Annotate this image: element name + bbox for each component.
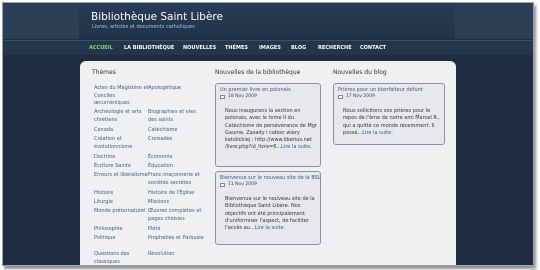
theme-link[interactable]: Catéchisme: [148, 127, 206, 135]
blog-heading: Nouvelles du blog: [333, 69, 387, 76]
nav-blog[interactable]: BLOG: [291, 41, 306, 56]
theme-link[interactable]: Prophéties et Parousie: [148, 235, 206, 243]
nav-recherche[interactable]: RECHERCHE: [318, 41, 352, 56]
theme-link[interactable]: Œuvres complètes et pages choisies: [148, 208, 206, 223]
theme-link[interactable]: Biographies et vies des saints: [148, 109, 206, 124]
nav-themes[interactable]: THÈMES: [225, 41, 248, 56]
news-item-body: Nous inaugurons la section en polonais, …: [225, 108, 317, 152]
calendar-icon: [220, 95, 225, 99]
theme-link[interactable]: Croisades: [148, 136, 206, 144]
nav-accueil[interactable]: ACCUEIL: [89, 41, 113, 56]
theme-link[interactable]: Actes du Magistère et Conciles œcuméniqu…: [94, 85, 150, 108]
theme-link[interactable]: Archéologie et arts chrétiens: [94, 109, 150, 124]
theme-link[interactable]: Apologétique: [148, 85, 206, 93]
site-title[interactable]: Bibliothèque Saint Libère: [91, 11, 223, 23]
theme-link[interactable]: Histoire de l'Église: [148, 190, 206, 198]
theme-link[interactable]: Politique: [94, 235, 150, 243]
main-content: Thèmes Actes du Magistère et Conciles œc…: [80, 61, 456, 265]
nav-nouvelles[interactable]: NOUVELLES: [183, 41, 216, 56]
nav-images[interactable]: IMAGES: [259, 41, 281, 56]
theme-link[interactable]: Économie: [148, 154, 206, 162]
news-item-date: 11 Nov 2009: [228, 182, 257, 187]
theme-link[interactable]: Écriture Sainte: [94, 163, 150, 171]
theme-link[interactable]: Missions: [148, 199, 206, 207]
theme-link[interactable]: Liturgie: [94, 199, 150, 207]
theme-link[interactable]: Questions des classiques: [94, 251, 150, 265]
main-navigation: ACCUEIL LA BIBLIOTHÈQUE NOUVELLES THÈMES…: [3, 40, 533, 56]
theme-link[interactable]: Éducation: [148, 163, 206, 171]
blog-item-body: Nous sollicitons vos prières pour le rep…: [343, 108, 441, 137]
theme-link[interactable]: Révolution: [148, 251, 206, 259]
blog-item: Prières pour un bienfaiteur défunt 17 No…: [333, 83, 445, 145]
theme-link[interactable]: Canada: [94, 127, 150, 135]
news-item: Bienvenue sur le nouveau site de la BSL …: [215, 171, 321, 245]
theme-link[interactable]: Doctrine: [94, 154, 150, 162]
site-header: Bibliothèque Saint Libère Livres, articl…: [3, 3, 533, 39]
site-tagline: Livres, articles et documents catholique…: [92, 24, 195, 30]
read-more-link[interactable]: Lire la suite.: [362, 130, 393, 136]
calendar-icon: [220, 183, 225, 187]
theme-link[interactable]: Philosophie: [94, 226, 150, 234]
news-item-date: 18 Nov 2009: [228, 94, 257, 99]
blog-item-title[interactable]: Prières pour un bienfaiteur défunt: [338, 87, 423, 93]
read-more-link[interactable]: Lire la suite.: [255, 225, 286, 231]
blog-item-date: 17 Nov 2009: [346, 94, 375, 99]
theme-link[interactable]: Franc-maçonnerie et sociétés secrètes: [148, 172, 206, 187]
theme-link[interactable]: Erreurs et libéralisme: [94, 172, 150, 180]
calendar-icon: [338, 95, 343, 99]
theme-link[interactable]: Création et évolutionnisme: [94, 136, 150, 151]
theme-link[interactable]: Monde préternaturel: [94, 208, 150, 216]
news-item-title[interactable]: Bienvenue sur le nouveau site de la BSL: [220, 175, 321, 181]
themes-heading: Thèmes: [92, 69, 116, 76]
nav-contact[interactable]: CONTACT: [360, 41, 386, 56]
theme-link[interactable]: Piété: [148, 226, 206, 234]
nav-la-bibliotheque[interactable]: LA BIBLIOTHÈQUE: [124, 41, 174, 56]
browser-frame: Bibliothèque Saint Libère Livres, articl…: [2, 2, 534, 266]
read-more-link[interactable]: Lire la suite.: [281, 144, 312, 150]
news-item-title[interactable]: Un premier livre en polonais: [220, 87, 291, 93]
theme-link[interactable]: Histoire: [94, 190, 150, 198]
news-item: Un premier livre en polonais 18 Nov 2009…: [215, 83, 321, 167]
news-heading: Nouvelles de la bibliothèque: [215, 69, 301, 76]
news-item-body: Bienvenue sur le nouveau site de la Bibl…: [225, 196, 317, 232]
